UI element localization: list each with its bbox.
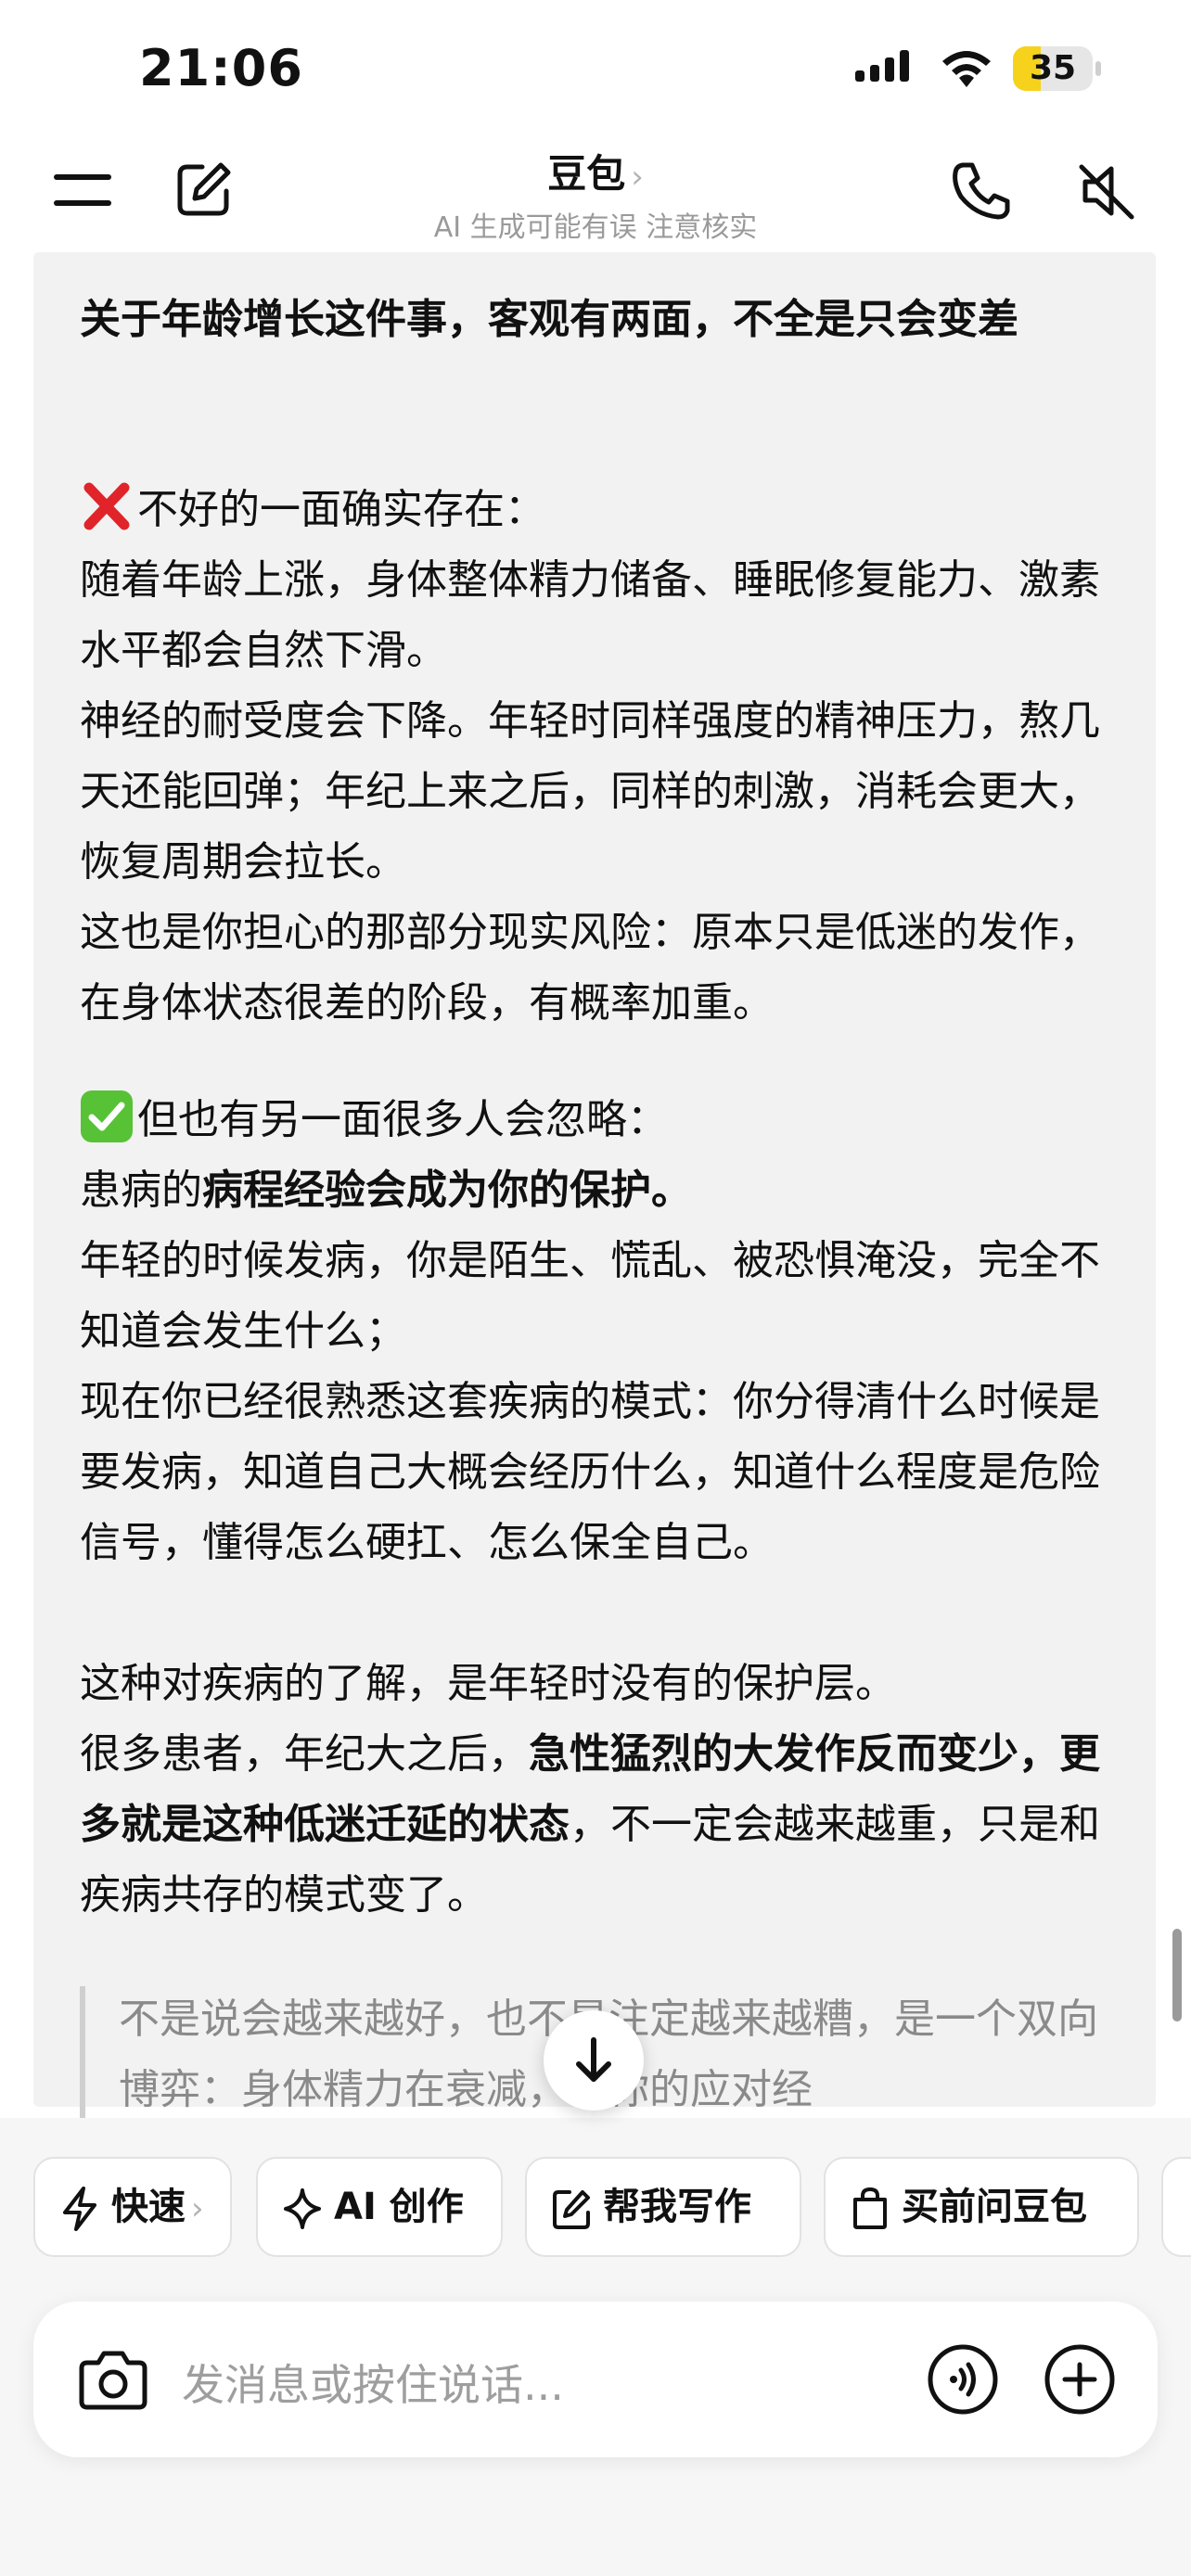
scroll-to-bottom-button[interactable] <box>544 2010 644 2111</box>
good-heading: 但也有另一面很多人会忽略： <box>137 1096 668 1143</box>
phone-call-icon[interactable] <box>950 159 1013 223</box>
chip-ask-before-buy[interactable]: 买前问豆包 <box>824 2157 1139 2257</box>
good-paragraph-2: 年轻的时候发病，你是陌生、慌乱、被恐惧淹没，完全不知道会发生什么； <box>80 1237 1100 1355</box>
good-paragraph-1: 患病的病程经验会成为你的保护。 <box>80 1167 692 1214</box>
chip-quick-label: 快速 <box>111 2186 186 2228</box>
chip-quick[interactable]: 快速 › <box>33 2157 232 2257</box>
good-paragraph-4: 这种对疾病的了解，是年轻时没有的保护层。 <box>80 1660 896 1707</box>
chip-overflow[interactable] <box>1161 2157 1191 2257</box>
good-side-section: 但也有另一面很多人会忽略： <box>80 1085 1109 1155</box>
wifi-icon <box>942 51 991 87</box>
voice-call-icon[interactable] <box>926 2342 1000 2417</box>
chip-ai-create-label: AI 创作 <box>334 2186 464 2228</box>
message-input-bar[interactable]: 发消息或按住说话... <box>33 2302 1158 2457</box>
status-bar: 21:06 35 <box>0 0 1191 139</box>
battery-percent: 35 <box>1029 49 1077 87</box>
edit-square-icon <box>553 2190 590 2229</box>
battery-indicator: 35 <box>1013 46 1102 91</box>
bottom-panel: 快速 › AI 创作 帮我写作 买前问豆包 发消息或按住说话... <box>0 2118 1191 2576</box>
chevron-right-icon: › <box>631 159 644 196</box>
chip-ai-create[interactable]: AI 创作 <box>256 2157 503 2257</box>
check-mark-icon <box>81 1090 133 1142</box>
chip-write[interactable]: 帮我写作 <box>525 2157 801 2257</box>
scrollbar[interactable] <box>1172 1929 1182 2021</box>
arrow-down-icon <box>576 2037 611 2082</box>
cellular-signal-icon <box>855 50 909 82</box>
sparkle-icon <box>284 2188 321 2229</box>
bad-paragraph-3: 这也是你担心的那部分现实风险：原本只是低迷的发作，在身体状态很差的阶段，有概率加… <box>80 909 1100 1027</box>
bot-name: 豆包 <box>547 151 626 197</box>
chip-write-label: 帮我写作 <box>603 2186 751 2228</box>
speaker-muted-icon[interactable] <box>1076 159 1139 223</box>
chip-ask-before-buy-label: 买前问豆包 <box>902 2186 1087 2228</box>
bad-heading: 不好的一面确实存在： <box>137 486 545 533</box>
cross-mark-icon <box>83 482 130 530</box>
good-paragraph-5: 很多患者，年纪大之后，急性猛烈的大发作反而变少，更多就是这种低迷迁延的状态，不一… <box>80 1730 1100 1919</box>
nav-bar: 豆包 › AI 生成可能有误 注意核实 <box>0 139 1191 250</box>
good-paragraph-3: 现在你已经很熟悉这套疾病的模式：你分得清什么时候是要发病，知道自己大概会经历什么… <box>80 1378 1100 1566</box>
message-input[interactable]: 发消息或按住说话... <box>182 2352 564 2413</box>
chip-quick-chevron-icon: › <box>191 2190 204 2227</box>
plus-icon[interactable] <box>1043 2342 1117 2417</box>
shopping-bag-icon <box>853 2187 887 2229</box>
bad-paragraph-1: 随着年龄上涨，身体整体精力储备、睡眠修复能力、激素水平都会自然下滑。 <box>80 556 1100 674</box>
lightning-icon <box>63 2187 96 2231</box>
bad-paragraph-2: 神经的耐受度会下降。年轻时同样强度的精神压力，熬几天还能回弹；年纪上来之后，同样… <box>80 697 1100 886</box>
status-time: 21:06 <box>139 39 303 97</box>
message-heading: 关于年龄增长这件事，客观有两面，不全是只会变差 <box>80 296 1018 343</box>
assistant-message: 关于年龄增长这件事，客观有两面，不全是只会变差 不好的一面确实存在： 随着年龄上… <box>33 252 1156 2172</box>
bad-side-section: 不好的一面确实存在： <box>80 475 1109 545</box>
camera-icon[interactable] <box>78 2346 148 2413</box>
